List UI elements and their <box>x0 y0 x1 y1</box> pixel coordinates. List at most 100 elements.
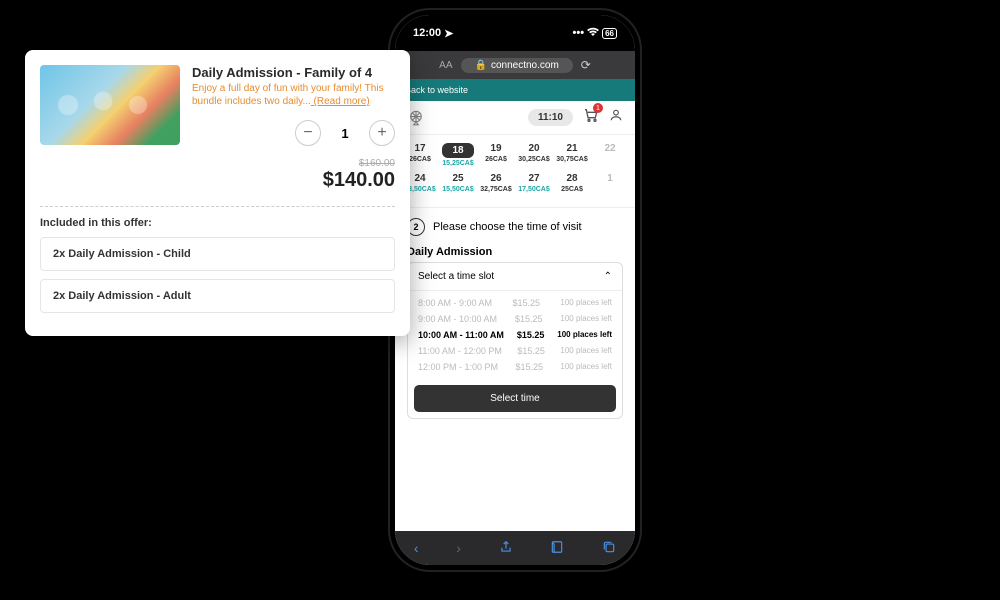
calendar-cell[interactable]: 21 30,75CA$ <box>556 143 588 167</box>
calendar-cell[interactable]: 20 30,25CA$ <box>518 143 550 167</box>
offer-desc-line1: Enjoy a full day of fun with your family… <box>192 83 384 94</box>
location-icon: ➤ <box>444 27 453 40</box>
calendar-day: 26 <box>480 173 512 184</box>
calendar: 1726CA$1815,25CA$1926CA$2030,25CA$2130,7… <box>395 135 635 208</box>
slot-places: 100 places left <box>557 330 612 340</box>
calendar-row-1: 1726CA$1815,25CA$1926CA$2030,25CA$2130,7… <box>401 143 629 167</box>
browser-url-bar[interactable]: AA 🔒 connectno.com ⟳ <box>395 51 635 79</box>
tabs-icon[interactable] <box>602 540 616 557</box>
calendar-price: 30,25CA$ <box>518 156 550 163</box>
qty-value: 1 <box>339 126 351 141</box>
nav-back-icon[interactable]: ‹ <box>414 540 419 556</box>
included-item: 2x Daily Admission - Child <box>40 237 395 271</box>
share-icon[interactable] <box>499 540 513 557</box>
phone-notch <box>480 23 550 41</box>
calendar-price: 30,75CA$ <box>556 156 588 163</box>
slot-row[interactable]: 9:00 AM - 10:00 AM $15.25 100 places left <box>418 311 612 327</box>
nav-forward-icon[interactable]: › <box>456 540 461 556</box>
slot-time: 12:00 PM - 1:00 PM <box>418 362 498 372</box>
calendar-cell[interactable]: 27 17,50CA$ <box>518 173 550 193</box>
phone-frame: 12:00 ➤ ••• 66 AA 🔒 connectno.com ⟳ Back… <box>390 10 640 570</box>
phone-screen: 12:00 ➤ ••• 66 AA 🔒 connectno.com ⟳ Back… <box>395 15 635 565</box>
cart-badge: 1 <box>593 103 603 113</box>
app-toolbar: 11:10 1 <box>395 101 635 135</box>
slot-time: 11:00 AM - 12:00 PM <box>418 346 502 356</box>
qty-plus-button[interactable]: + <box>369 120 395 146</box>
calendar-cell[interactable]: 22 <box>594 143 626 167</box>
slot-places: 100 places left <box>560 346 612 356</box>
slot-price: $15.25 <box>515 314 543 324</box>
calendar-day: 20 <box>518 143 550 154</box>
slot-price: $15.25 <box>515 362 543 372</box>
url-pill[interactable]: 🔒 connectno.com <box>461 58 573 73</box>
bookmarks-icon[interactable] <box>550 540 564 557</box>
calendar-price: 26CA$ <box>480 156 512 163</box>
price-new: $140.00 <box>40 169 395 192</box>
calendar-day: 19 <box>480 143 512 154</box>
slot-dropdown-header[interactable]: Select a time slot ⌃ <box>408 263 622 291</box>
calendar-cell[interactable]: 25 15,50CA$ <box>442 173 474 193</box>
offer-image <box>40 65 180 145</box>
offer-card: Daily Admission - Family of 4 Enjoy a fu… <box>25 50 410 336</box>
slot-time: 9:00 AM - 10:00 AM <box>418 314 497 324</box>
calendar-day: 27 <box>518 173 550 184</box>
user-icon[interactable] <box>609 108 623 127</box>
calendar-day: 18 <box>442 143 474 158</box>
calendar-price: 15,50CA$ <box>442 186 474 193</box>
calendar-day: 25 <box>442 173 474 184</box>
slot-price: $15.25 <box>512 298 540 308</box>
price-old: $160.00 <box>40 158 395 169</box>
included-label: Included in this offer: <box>40 217 395 229</box>
back-label: Back to website <box>405 85 468 95</box>
cart-button[interactable]: 1 <box>583 107 599 128</box>
slot-places: 100 places left <box>560 298 612 308</box>
signal-icon: ••• <box>573 27 585 39</box>
section-title: Daily Admission <box>395 246 635 262</box>
slot-places: 100 places left <box>560 362 612 372</box>
calendar-price: 17,50CA$ <box>518 186 550 193</box>
select-time-button[interactable]: Select time <box>414 385 616 412</box>
offer-title: Daily Admission - Family of 4 <box>192 65 395 80</box>
calendar-price: 15,25CA$ <box>442 160 474 167</box>
time-chip[interactable]: 11:10 <box>528 109 573 126</box>
status-time: 12:00 <box>413 27 441 39</box>
slot-time: 8:00 AM - 9:00 AM <box>418 298 492 308</box>
calendar-day: 1 <box>594 173 626 184</box>
safari-bottom-bar: ‹ › <box>395 531 635 565</box>
calendar-cell[interactable]: 19 26CA$ <box>480 143 512 167</box>
calendar-cell[interactable]: 28 25CA$ <box>556 173 588 193</box>
slot-row[interactable]: 12:00 PM - 1:00 PM $15.25 100 places left <box>418 359 612 375</box>
calendar-price: 25CA$ <box>556 186 588 193</box>
lock-icon: 🔒 <box>475 60 487 71</box>
slot-list: 8:00 AM - 9:00 AM$15.25100 places left9:… <box>408 291 622 379</box>
slot-row[interactable]: 8:00 AM - 9:00 AM $15.25 100 places left <box>418 295 612 311</box>
battery-icon: 66 <box>602 28 617 39</box>
step-header: 2 Please choose the time of visit <box>395 208 635 246</box>
slot-time: 10:00 AM - 11:00 AM <box>418 330 504 340</box>
calendar-row-2: 2413,50CA$2515,50CA$2632,75CA$2717,50CA$… <box>401 173 629 193</box>
step-label: Please choose the time of visit <box>433 221 582 233</box>
calendar-day: 22 <box>594 143 626 154</box>
url-domain: connectno.com <box>491 60 559 71</box>
calendar-cell[interactable]: 18 15,25CA$ <box>442 143 474 167</box>
slot-row[interactable]: 11:00 AM - 12:00 PM $15.25 100 places left <box>418 343 612 359</box>
offer-desc-line2: bundle includes two daily... <box>192 96 311 107</box>
back-banner[interactable]: Back to website <box>395 79 635 101</box>
text-size-icon[interactable]: AA <box>439 60 452 71</box>
slot-row[interactable]: 10:00 AM - 11:00 AM$15.25100 places left <box>418 327 612 343</box>
slot-price: $15.25 <box>517 346 545 356</box>
calendar-cell[interactable]: 2632,75CA$ <box>480 173 512 193</box>
refresh-icon[interactable]: ⟳ <box>581 58 591 72</box>
calendar-day: 28 <box>556 173 588 184</box>
read-more-link[interactable]: (Read more) <box>311 96 370 107</box>
calendar-day: 21 <box>556 143 588 154</box>
divider <box>40 206 395 207</box>
offer-description: Enjoy a full day of fun with your family… <box>192 82 395 108</box>
slot-places: 100 places left <box>560 314 612 324</box>
time-slot-box: Select a time slot ⌃ 8:00 AM - 9:00 AM $1… <box>407 262 623 419</box>
slot-header-label: Select a time slot <box>418 271 494 282</box>
price-block: $160.00 $140.00 <box>40 158 395 192</box>
qty-minus-button[interactable]: − <box>295 120 321 146</box>
wifi-icon <box>587 27 599 40</box>
calendar-cell[interactable]: 1 <box>594 173 626 193</box>
